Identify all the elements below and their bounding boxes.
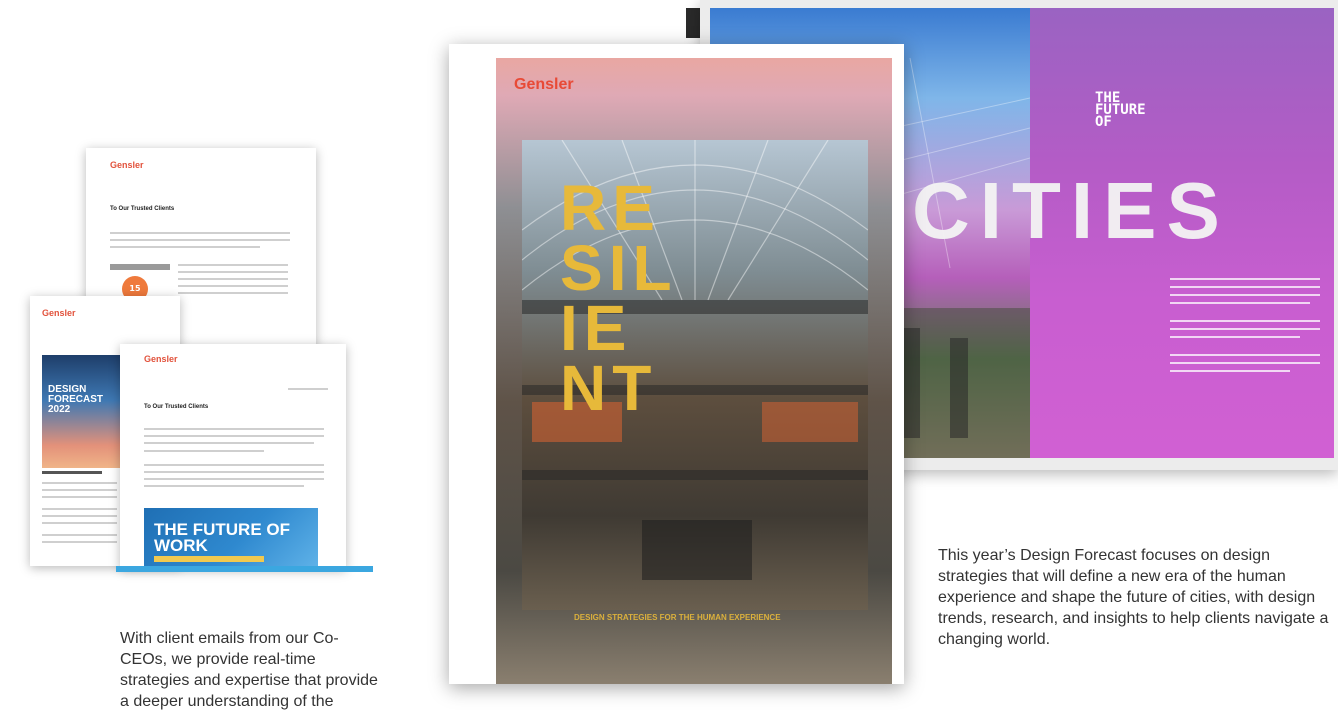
title-line: NT <box>560 352 658 424</box>
resilient-title: RE SIL IE NT <box>560 172 678 424</box>
accent-bar <box>116 566 373 572</box>
gensler-logo: Gensler <box>514 76 574 93</box>
gensler-logo: Gensler <box>42 308 76 318</box>
book-cover: Gensler RE SIL IE NT DESIGN STRATEGIES F… <box>496 58 892 684</box>
emails-caption: With client emails from our Co-CEOs, we … <box>120 630 378 710</box>
email-heading: To Our Trusted Clients <box>144 404 209 410</box>
gensler-logo: Gensler <box>110 160 144 170</box>
forecast-caption: This year’s Design Forecast focuses on d… <box>938 547 1329 648</box>
title-line: RE <box>560 172 661 244</box>
design-forecast-title: DESIGN FORECAST 2022 <box>48 384 103 415</box>
cover-subtitle: DESIGN STRATEGIES FOR THE HUMAN EXPERIEN… <box>574 613 781 622</box>
design-forecast-book: Gensler RE SIL IE NT DESIGN STRATEGIES F… <box>449 44 904 684</box>
title-line: IE <box>560 292 633 364</box>
cta-strip <box>154 556 264 562</box>
title-line: SIL <box>560 232 678 304</box>
email-heading: To Our Trusted Clients <box>110 206 175 212</box>
future-of-heading: THE FUTURE OF <box>1095 90 1146 130</box>
gensler-logo: Gensler <box>144 354 178 364</box>
future-of-work-title: THE FUTURE OF WORK <box>154 520 290 555</box>
future-of-work-banner[interactable]: THE FUTURE OF WORK <box>144 508 318 568</box>
design-forecast-card: DESIGN FORECAST 2022 <box>42 355 122 468</box>
cities-heading: CITIES <box>912 166 1230 255</box>
